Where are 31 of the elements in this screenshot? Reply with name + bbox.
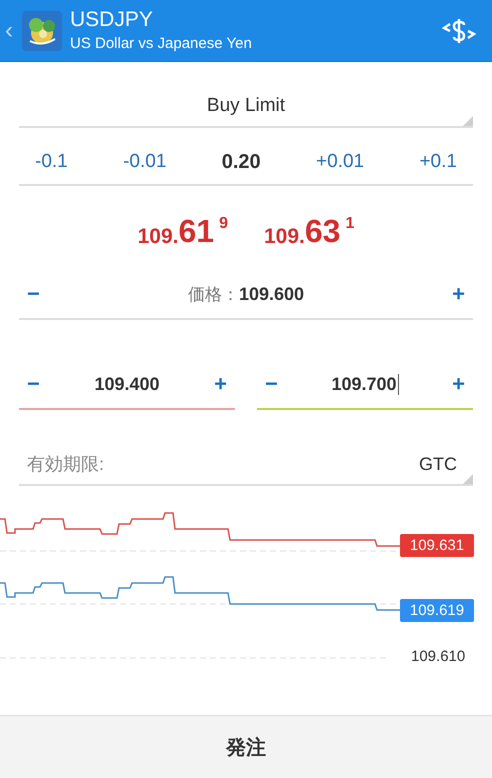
price-field[interactable]: − 価格：109.600 + — [19, 270, 473, 320]
axis-label: 109.610 — [411, 648, 466, 665]
price-value: 109.600 — [238, 284, 304, 304]
quote-price: 109.61$^{9}$ — [138, 212, 228, 250]
order-type-dropdown[interactable]: Buy Limit — [19, 86, 473, 128]
app-logo-icon — [22, 10, 62, 50]
plus-button[interactable]: + — [444, 371, 473, 397]
volume-value: 0.20 — [222, 150, 261, 174]
bid-price-tag: 109.619 — [400, 599, 474, 622]
plus-button[interactable]: + — [206, 371, 235, 397]
dropdown-corner-icon — [463, 474, 473, 484]
volume-step-button[interactable]: +0.01 — [316, 151, 364, 173]
plus-button[interactable]: + — [444, 281, 473, 307]
volume-step-button[interactable]: +0.1 — [419, 151, 457, 173]
quote-price: 109.63$^{1}$ — [264, 212, 354, 250]
stop-loss-field[interactable]: − 109.400 + — [19, 360, 235, 410]
minus-button[interactable]: − — [257, 371, 286, 397]
volume-step-button[interactable]: -0.1 — [35, 151, 68, 173]
expiry-label: 有効期限: — [27, 453, 104, 476]
dropdown-corner-icon — [463, 116, 473, 126]
price-label: 価格： — [188, 284, 239, 306]
symbol-title: USDJPY — [70, 6, 154, 32]
place-order-button[interactable]: 発注 — [0, 715, 492, 778]
ask-price-tag: 109.631 — [400, 534, 474, 557]
symbol-description: US Dollar vs Japanese Yen — [70, 34, 253, 54]
minus-button[interactable]: − — [19, 281, 48, 307]
take-profit-field[interactable]: − 109.700 + — [257, 360, 473, 410]
expiry-dropdown[interactable]: 有効期限: GTC — [19, 444, 473, 486]
expiry-value: GTC — [419, 454, 457, 474]
volume-step-button[interactable]: -0.01 — [123, 151, 166, 173]
minus-button[interactable]: − — [19, 371, 48, 397]
